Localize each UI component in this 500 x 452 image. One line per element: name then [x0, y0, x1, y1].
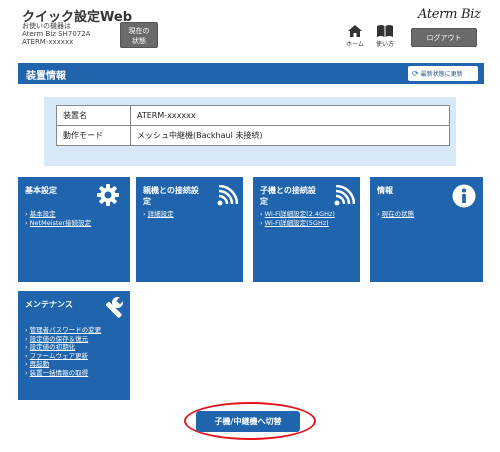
card-info-title: 情報 [377, 186, 393, 195]
operation-mode-key: 動作モード [56, 125, 131, 146]
link-current-status[interactable]: 現在の状態 [377, 210, 415, 219]
device-model: Aterm Biz SH7072A [22, 30, 91, 38]
current-status-line2: 状態 [132, 37, 146, 45]
refresh-button[interactable]: ⟳ 最新状態に更新 [408, 66, 478, 81]
logout-button[interactable]: ログアウト [411, 28, 477, 47]
info-icon [452, 184, 476, 208]
help-label: 使い方 [375, 41, 394, 48]
link-change-password[interactable]: 管理者パスワードの変更 [25, 326, 102, 335]
device-info-header: 装置情報 ⟳ 最新状態に更新 [18, 63, 484, 84]
header: クイック設定Web お使いの機器は Aterm Biz SH7072A ATER… [0, 0, 500, 56]
link-wifi-24ghz[interactable]: Wi-Fi詳細設定(2.4GHz) [260, 210, 335, 219]
link-netmeister-settings[interactable]: NetMeister接続設定 [25, 219, 91, 228]
card-child-title: 子機との接続設定 [260, 186, 316, 206]
device-info-table: 装置名 ATERM-xxxxxx 動作モード メッシュ中継機(Backhaul … [56, 105, 450, 146]
card-parent-connection: 親機との接続設定 詳細設定 [136, 177, 243, 282]
help-button[interactable]: 使い方 [372, 24, 398, 48]
card-info: 情報 現在の状態 [370, 177, 483, 282]
card-parent-links: 詳細設定 [143, 210, 174, 219]
table-row: 動作モード メッシュ中継機(Backhaul 未接続) [56, 125, 450, 146]
operation-mode-value: メッシュ中継機(Backhaul 未接続) [130, 125, 450, 146]
link-bulk-info[interactable]: 装置一括情報の取得 [25, 369, 101, 378]
card-info-links: 現在の状態 [377, 210, 415, 219]
device-name-value: ATERM-xxxxxx [130, 105, 450, 126]
device-info-title: 装置情報 [26, 71, 66, 82]
link-basic-settings[interactable]: 基本設定 [25, 210, 91, 219]
current-status-line1: 現在の [128, 27, 150, 35]
card-maintenance-links: 管理者パスワードの変更 設定値の保存＆復元 設定値の初期化 ファームウェア更新 … [25, 326, 102, 378]
table-row: 装置名 ATERM-xxxxxx [56, 105, 450, 126]
card-basic-settings: 基本設定 基本設定 NetMeister接続設定 [18, 177, 130, 282]
link-reboot[interactable]: 再起動 [25, 360, 101, 369]
device-info-panel: 装置名 ATERM-xxxxxx 動作モード メッシュ中継機(Backhaul … [44, 97, 456, 166]
gear-icon [97, 184, 119, 206]
wrench-icon [105, 296, 124, 318]
brand-logo: Aterm Biz [418, 7, 481, 22]
switch-mode-button[interactable]: 子機/中継機へ切替 [196, 411, 300, 432]
device-label: お使いの機器は [22, 22, 71, 30]
link-factory-reset[interactable]: 設定値の初期化 [25, 343, 101, 352]
link-firmware-update[interactable]: ファームウェア更新 [25, 352, 101, 361]
wifi-icon [334, 185, 355, 206]
card-parent-title: 親機との接続設定 [143, 186, 199, 206]
refresh-label: 最新状態に更新 [420, 71, 463, 78]
home-label: ホーム [346, 41, 364, 48]
card-basic-title: 基本設定 [25, 186, 57, 195]
device-name: ATERM-xxxxxx [22, 38, 74, 46]
card-child-links: Wi-Fi詳細設定(2.4GHz) Wi-Fi詳細設定(5GHz) [260, 210, 335, 227]
refresh-icon: ⟳ [412, 69, 419, 78]
card-child-connection: 子機との接続設定 Wi-Fi詳細設定(2.4GHz) Wi-Fi詳細設定(5GH… [253, 177, 360, 282]
link-detail-settings[interactable]: 詳細設定 [143, 210, 174, 219]
link-save-restore[interactable]: 設定値の保存＆復元 [25, 335, 101, 344]
card-maintenance-title: メンテナンス [25, 300, 73, 309]
card-maintenance: メンテナンス 管理者パスワードの変更 設定値の保存＆復元 設定値の初期化 ファー… [18, 291, 130, 400]
home-button[interactable]: ホーム [342, 24, 368, 48]
current-status-button[interactable]: 現在の 状態 [120, 22, 158, 48]
device-name-key: 装置名 [56, 105, 131, 126]
book-icon [377, 25, 393, 37]
link-wifi-5ghz[interactable]: Wi-Fi詳細設定(5GHz) [260, 219, 335, 228]
home-icon [348, 25, 362, 37]
card-basic-links: 基本設定 NetMeister接続設定 [25, 210, 91, 227]
wifi-icon [217, 185, 238, 206]
